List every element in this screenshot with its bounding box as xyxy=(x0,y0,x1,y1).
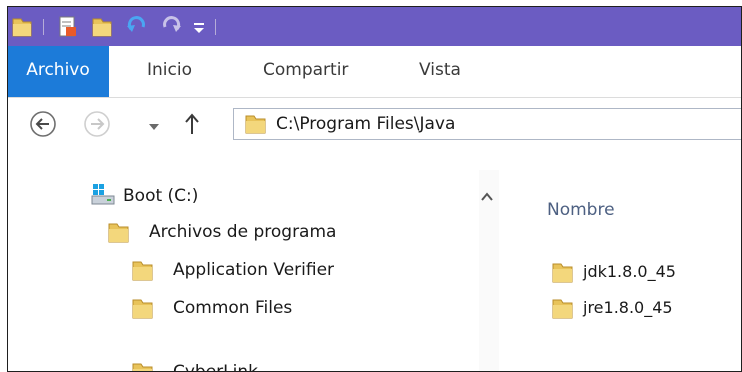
navigation-pane: Boot (C:) Archivos de programa Applicati… xyxy=(7,170,479,372)
recent-locations-button[interactable] xyxy=(147,118,161,137)
forward-button[interactable] xyxy=(83,110,111,142)
folder-icon xyxy=(244,112,268,140)
file-item-jre[interactable]: jre1.8.0_45 xyxy=(551,294,741,322)
folder-icon xyxy=(132,261,153,281)
folder-icon xyxy=(132,363,153,372)
up-button[interactable] xyxy=(183,112,201,140)
tab-inicio[interactable]: Inicio xyxy=(147,46,192,97)
separator xyxy=(215,19,216,35)
title-bar xyxy=(7,6,742,46)
tree-item-label: Common Files xyxy=(173,298,293,318)
folder-icon xyxy=(552,263,573,283)
navigation-bar: C:\Program Files\Java xyxy=(7,98,742,150)
tab-archivo[interactable]: Archivo xyxy=(7,46,109,97)
tab-vista[interactable]: Vista xyxy=(419,46,461,97)
undo-icon[interactable] xyxy=(125,15,149,39)
file-item-label: jre1.8.0_45 xyxy=(583,298,673,317)
customize-toolbar-icon[interactable] xyxy=(191,15,207,39)
properties-icon[interactable] xyxy=(57,15,79,39)
ribbon-tabs: Archivo Inicio Compartir Vista xyxy=(7,46,742,98)
tree-item-boot-drive[interactable]: Boot (C:) xyxy=(91,182,391,210)
file-item-jdk[interactable]: jdk1.8.0_45 xyxy=(551,258,741,286)
drive-icon xyxy=(91,184,115,205)
tree-item-application-verifier[interactable]: Application Verifier xyxy=(131,256,451,284)
folder-icon xyxy=(552,299,573,319)
tree-item-archivos-de-programa[interactable]: Archivos de programa xyxy=(107,218,427,246)
content-area: Boot (C:) Archivos de programa Applicati… xyxy=(7,170,742,372)
folder-icon xyxy=(11,15,33,39)
redo-icon[interactable] xyxy=(159,15,183,39)
explorer-window: Archivo Inicio Compartir Vista C:\Progra… xyxy=(7,6,742,372)
address-path: C:\Program Files\Java xyxy=(276,114,456,134)
tree-item-common-files[interactable]: Common Files xyxy=(131,294,451,322)
column-header-name[interactable]: Nombre xyxy=(547,196,615,224)
separator xyxy=(43,19,44,35)
folder-icon xyxy=(132,299,153,319)
tree-item-label: CyberLink xyxy=(173,362,258,372)
new-folder-icon[interactable] xyxy=(91,15,113,39)
scroll-up-icon[interactable] xyxy=(481,192,493,204)
tree-item-label: Application Verifier xyxy=(173,260,335,280)
tree-item-label: Boot (C:) xyxy=(123,186,199,206)
address-bar[interactable]: C:\Program Files\Java xyxy=(233,108,742,140)
tree-item-cyberlink[interactable]: CyberLink xyxy=(131,358,451,372)
folder-icon xyxy=(108,223,129,243)
tab-compartir[interactable]: Compartir xyxy=(263,46,348,97)
back-button[interactable] xyxy=(29,110,57,142)
tree-item-label: Archivos de programa xyxy=(149,222,337,242)
file-item-label: jdk1.8.0_45 xyxy=(583,262,676,281)
